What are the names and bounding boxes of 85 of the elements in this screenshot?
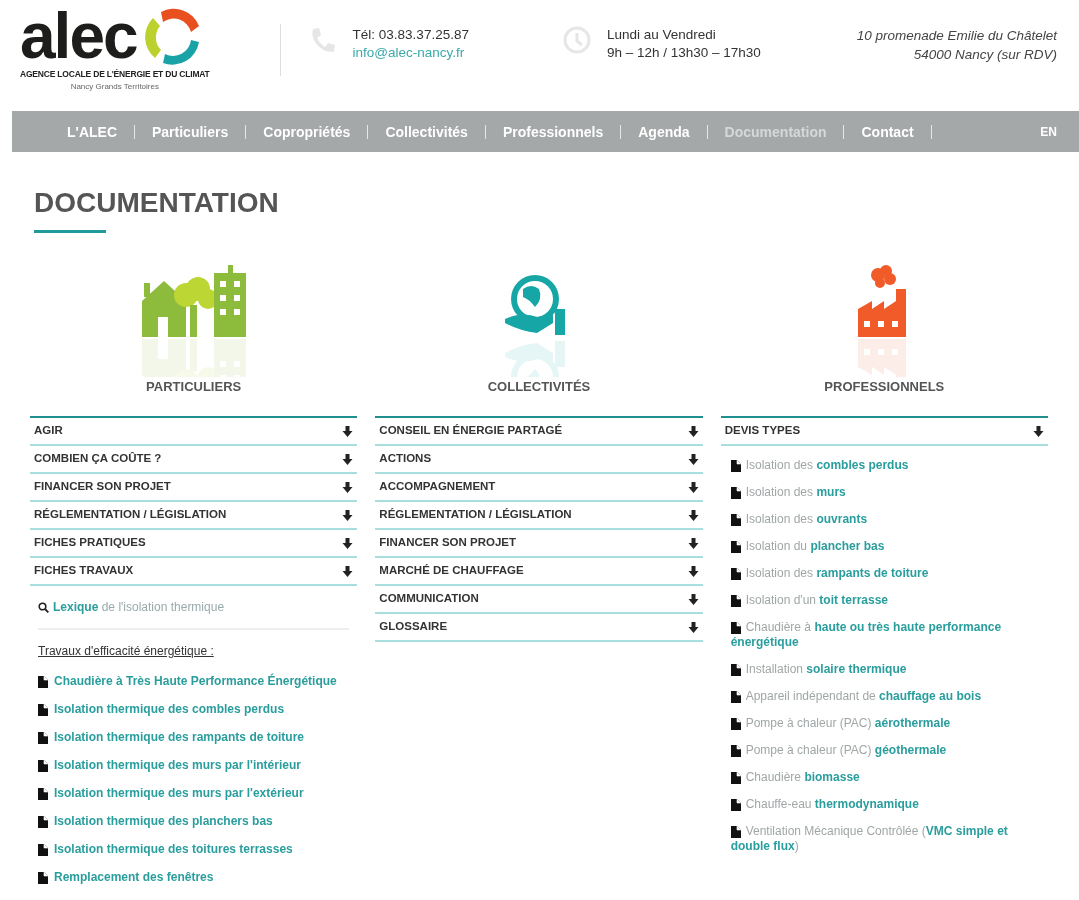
down-arrow-icon [342, 453, 354, 465]
document-link[interactable]: Isolation des rampants de toiture [730, 566, 1048, 582]
down-arrow-icon [687, 593, 699, 605]
file-icon [730, 487, 741, 500]
file-icon [38, 760, 48, 773]
address-line: 10 promenade Emilie du Châtelet [856, 27, 1057, 45]
language-link[interactable]: EN [1040, 122, 1057, 141]
file-icon [38, 872, 48, 885]
column-heading: COLLECTIVITÉS [486, 377, 592, 396]
document-link[interactable]: Isolation thermique des toitures terrasses [54, 842, 293, 858]
file-icon [38, 788, 48, 801]
file-icon [730, 772, 741, 785]
down-arrow-icon [687, 509, 699, 521]
file-icon [730, 514, 741, 527]
logo-subtitle: Nancy Grands Territoires [69, 80, 160, 93]
opening-hours: 9h – 12h / 13h30 – 17h30 [606, 44, 761, 62]
title-underline [34, 229, 106, 233]
clock-icon [562, 26, 591, 54]
nav-link[interactable]: L'ALEC [50, 124, 135, 139]
file-icon [730, 595, 741, 608]
file-icon [38, 676, 48, 689]
file-icon [730, 460, 741, 473]
nav-link[interactable]: Copropriétés [246, 124, 369, 139]
down-arrow-icon [342, 565, 354, 577]
column-heading: PARTICULIERS [145, 377, 243, 396]
file-icon [730, 568, 741, 581]
column-heading: PROFESSIONNELS [823, 377, 946, 396]
file-icon [730, 826, 741, 839]
document-link[interactable]: Appareil indépendant de chauffage au bois [730, 689, 1048, 705]
address-line: 54000 Nancy (sur RDV) [912, 46, 1057, 64]
down-arrow-icon [342, 481, 354, 493]
document-link[interactable]: Isolation thermique des murs par l'intérieur [54, 758, 301, 774]
document-link[interactable]: Isolation du plancher bas [730, 539, 1048, 555]
down-arrow-icon [342, 537, 354, 549]
document-link[interactable]: Isolation thermique des murs par l'extérieur [54, 786, 304, 802]
document-link[interactable]: Isolation d'un toit terrasse [730, 593, 1048, 609]
file-icon [38, 704, 48, 717]
logo-wordmark[interactable]: alec [20, 8, 137, 66]
document-link[interactable]: Chaudière biomasse [730, 770, 1048, 786]
document-link[interactable]: Ventilation Mécanique Contrôlée (VMC simple et double flux) [730, 824, 1048, 855]
down-arrow-icon [687, 565, 699, 577]
down-arrow-icon [687, 481, 699, 493]
email-link[interactable]: info@alec-nancy.fr [352, 44, 469, 62]
document-link[interactable]: Isolation thermique des planchers bas [54, 814, 273, 830]
document-link[interactable]: Chauffe-eau thermodynamique [730, 797, 1048, 813]
down-arrow-icon [687, 537, 699, 549]
file-icon [38, 844, 48, 857]
nav-link[interactable]: Particuliers [135, 124, 247, 139]
document-link[interactable]: Isolation thermique des rampants de toiture [54, 730, 305, 746]
down-arrow-icon [342, 509, 354, 521]
lexicon-link[interactable]: Lexique de l'isolation thermique [53, 598, 225, 617]
list-heading: Travaux d'efficacité énergétique : [38, 643, 215, 661]
file-icon [730, 541, 741, 554]
file-icon [730, 691, 741, 704]
file-icon [730, 622, 741, 635]
document-link[interactable]: Installation solaire thermique [730, 662, 1048, 678]
document-link[interactable]: Isolation des murs [730, 485, 1048, 501]
file-icon [730, 664, 741, 677]
opening-hours: Lundi au Vendredi [606, 26, 717, 44]
file-icon [38, 732, 48, 745]
document-link[interactable]: Chaudière à haute ou très haute performance énergétique [730, 620, 1048, 651]
down-arrow-icon [687, 425, 699, 437]
down-arrow-icon [1033, 425, 1044, 437]
phone-number: Tél: 03.83.37.25.87 [352, 26, 469, 44]
file-icon [730, 718, 741, 731]
file-icon [730, 799, 741, 812]
document-link[interactable]: Isolation thermique des combles perdus [54, 702, 285, 718]
document-link[interactable]: Isolation des ouvrants [730, 512, 1048, 528]
nav-link[interactable]: Agenda [621, 124, 708, 139]
down-arrow-icon [342, 425, 354, 437]
nav-link[interactable]: Professionnels [485, 124, 622, 139]
document-link[interactable]: Remplacement des fenêtres [54, 870, 214, 886]
nav-link[interactable]: Contact [844, 124, 932, 139]
nav-link[interactable]: Collectivités [368, 124, 486, 139]
down-arrow-icon [687, 621, 699, 633]
document-link[interactable]: Pompe à chaleur (PAC) aérothermale [730, 716, 1048, 732]
document-link[interactable]: Isolation des combles perdus [730, 458, 1048, 474]
search-icon [38, 601, 49, 613]
down-arrow-icon [687, 453, 699, 465]
file-icon [38, 816, 48, 829]
file-icon [730, 745, 741, 758]
page-title: DOCUMENTATION [34, 186, 280, 220]
document-link[interactable]: Chaudière à Très Haute Performance Énergétique [54, 674, 337, 690]
logo-tagline: AGENCE LOCALE DE L'ÉNERGIE ET DU CLIMAT [20, 68, 210, 81]
document-link[interactable]: Pompe à chaleur (PAC) géothermale [730, 743, 1048, 759]
